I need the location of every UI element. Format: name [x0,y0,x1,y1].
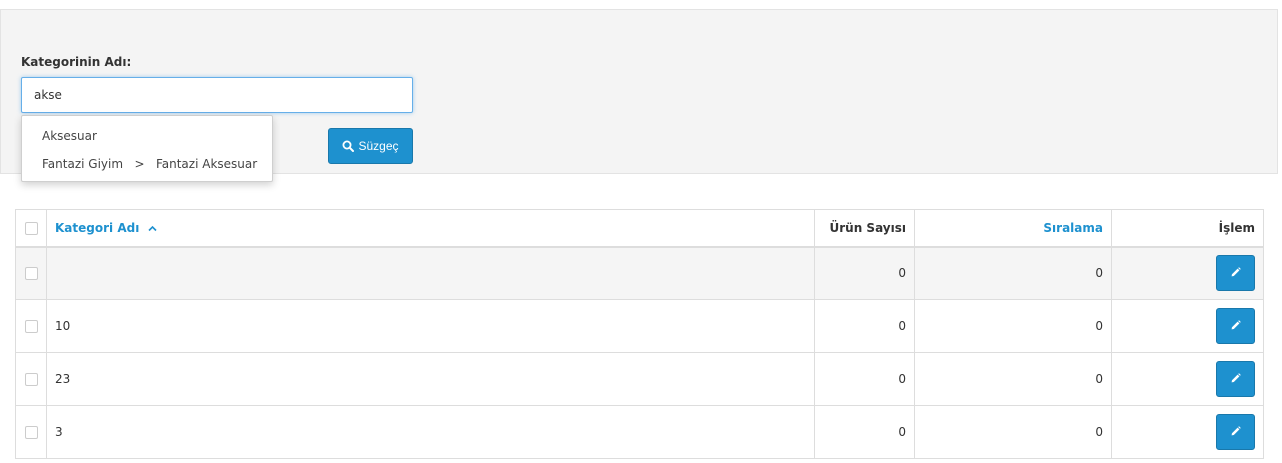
header-sort-order[interactable]: Sıralama [914,209,1112,248]
autocomplete-item[interactable]: Fantazi Giyim > Fantazi Aksesuar [22,152,272,180]
chevron-up-icon [147,221,157,235]
autocomplete-dropdown: Aksesuar Fantazi Giyim > Fantazi Aksesua… [21,115,273,182]
row-category-name: 3 [46,405,815,459]
filter-panel: Kategorinin Adı: Aksesuar Fantazi Giyim … [0,9,1278,182]
row-action-cell [1111,246,1264,300]
row-category-name: 10 [46,299,815,353]
row-checkbox[interactable] [24,320,38,333]
pencil-icon [1230,266,1242,281]
autocomplete-item[interactable]: Aksesuar [22,124,272,152]
table-header-row: Kategori Adı Ürün Sayısı Sıralama İşlem [15,209,1264,248]
row-select-cell [15,352,47,406]
header-category-name-label[interactable]: Kategori Adı [55,221,139,235]
row-category-name: 23 [46,352,815,406]
row-sort-order: 0 [914,246,1112,300]
row-sort-order: 0 [914,299,1112,353]
header-category-name[interactable]: Kategori Adı [46,209,815,248]
select-all-cell [15,209,47,248]
row-checkbox[interactable] [24,373,38,386]
row-product-count: 0 [814,405,915,459]
row-product-count: 0 [814,352,915,406]
row-category-name [46,246,815,300]
row-select-cell [15,246,47,300]
edit-button[interactable] [1216,308,1255,344]
row-select-cell [15,405,47,459]
edit-button[interactable] [1216,255,1255,292]
header-product-count: Ürün Sayısı [814,209,915,248]
table-row: 23 0 0 [15,352,1264,406]
row-checkbox[interactable] [24,426,38,439]
category-name-input[interactable] [21,77,413,113]
row-product-count: 0 [814,299,915,353]
select-all-checkbox[interactable] [24,221,38,235]
pencil-icon [1230,319,1242,334]
row-action-cell [1111,405,1264,459]
pencil-icon [1230,372,1242,387]
row-checkbox[interactable] [24,267,38,281]
row-action-cell [1111,352,1264,406]
filter-button-label: Süzgeç [358,139,399,153]
table-row: 3 0 0 [15,405,1264,459]
header-action: İşlem [1111,209,1264,248]
search-icon [342,140,355,152]
header-sort-order-label[interactable]: Sıralama [1043,221,1103,235]
table-row: 10 0 0 [15,299,1264,353]
pencil-icon [1230,425,1242,440]
edit-button[interactable] [1216,361,1255,397]
filter-button[interactable]: Süzgeç [328,128,413,164]
row-sort-order: 0 [914,352,1112,406]
row-sort-order: 0 [914,405,1112,459]
category-table: Kategori Adı Ürün Sayısı Sıralama İşlem [15,209,1264,459]
category-name-label: Kategorinin Adı: [21,55,132,69]
row-action-cell [1111,299,1264,353]
table-row: 0 0 [15,246,1264,300]
row-product-count: 0 [814,246,915,300]
row-select-cell [15,299,47,353]
edit-button[interactable] [1216,414,1255,450]
